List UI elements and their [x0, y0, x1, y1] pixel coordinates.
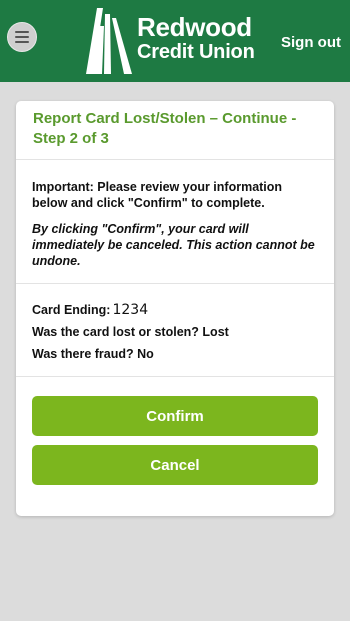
menu-button[interactable]	[7, 22, 37, 52]
lost-or-stolen-row: Was the card lost or stolen? Lost	[32, 324, 318, 340]
fraud-value: No	[137, 347, 154, 361]
logo-line-2: Credit Union	[137, 41, 255, 63]
card-ending-value: 1234	[112, 302, 149, 318]
logo-line-1: Redwood	[137, 12, 252, 42]
notice-section: Important: Please review your informatio…	[16, 160, 334, 284]
report-card-panel: Report Card Lost/Stolen – Continue - Ste…	[16, 101, 334, 516]
hamburger-menu-icon	[15, 31, 29, 33]
card-ending-row: Card Ending: 1234	[32, 302, 318, 318]
logo-text: Redwood Credit Union	[137, 14, 255, 62]
cancel-warning: By clicking "Confirm", your card will im…	[32, 222, 315, 268]
review-details: Card Ending: 1234 Was the card lost or st…	[16, 284, 334, 377]
app-header: Redwood Credit Union Sign out	[0, 0, 350, 82]
sign-out-link[interactable]: Sign out	[281, 34, 341, 51]
cancel-button[interactable]: Cancel	[32, 445, 318, 485]
fraud-label: Was there fraud?	[32, 347, 134, 361]
redwood-tree-icon	[86, 8, 132, 74]
hamburger-menu-icon-line	[15, 41, 29, 43]
lost-or-stolen-value: Lost	[202, 325, 229, 339]
action-buttons: Confirm Cancel	[16, 377, 334, 485]
fraud-row: Was there fraud? No	[32, 346, 318, 362]
page-title: Report Card Lost/Stolen – Continue - Ste…	[16, 101, 334, 160]
lost-or-stolen-label: Was the card lost or stolen?	[32, 325, 199, 339]
hamburger-menu-icon-line	[15, 36, 29, 38]
redwood-logo: Redwood Credit Union	[86, 8, 266, 76]
confirm-button[interactable]: Confirm	[32, 396, 318, 436]
important-notice: Important: Please review your informatio…	[32, 180, 283, 210]
card-ending-label: Card Ending:	[32, 303, 111, 317]
